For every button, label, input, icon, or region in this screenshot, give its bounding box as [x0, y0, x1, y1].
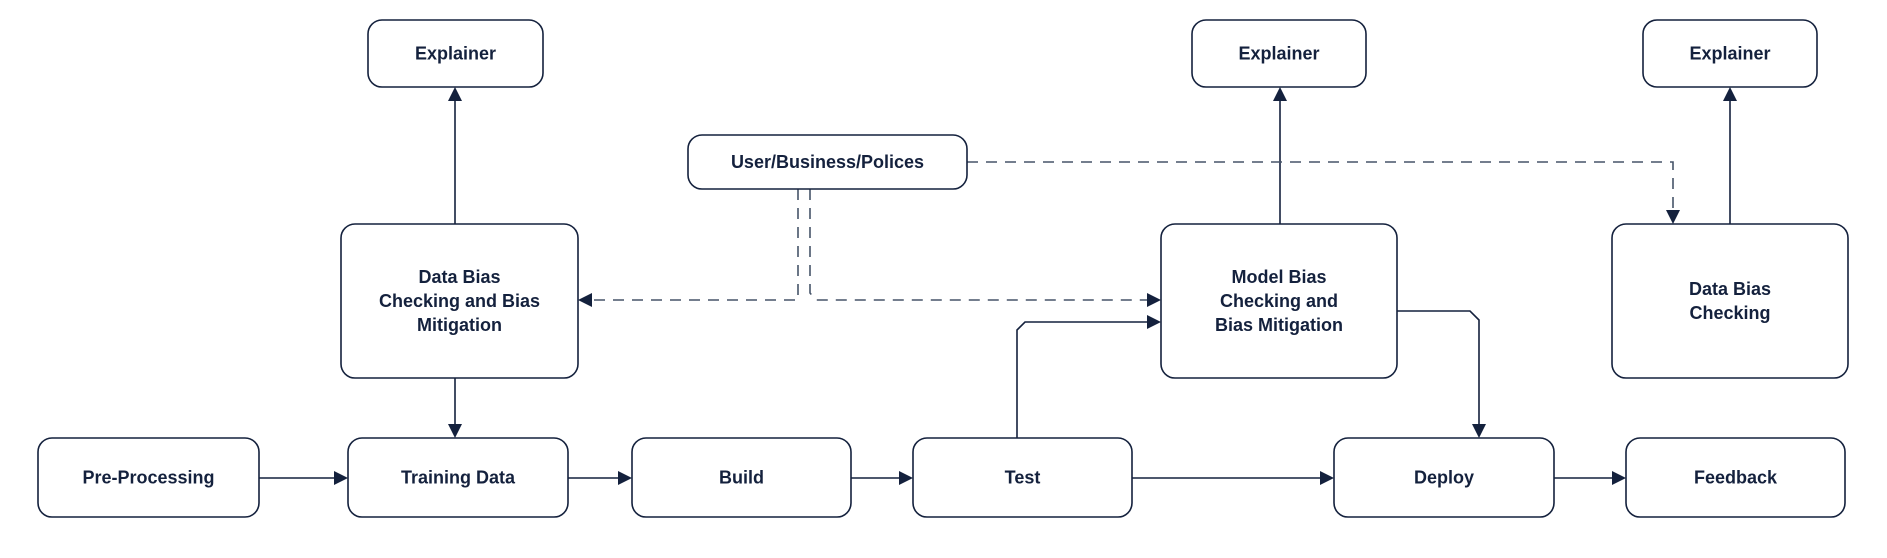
node-label: Checking and Bias [379, 291, 540, 311]
edge-model-bias-checking-mitigation-to-deploy [1397, 310, 1486, 438]
edge-data-bias-checking-to-explainer-3 [1723, 87, 1737, 224]
dashed-connector-line [967, 161, 1674, 212]
node-explainer-3: Explainer [1642, 19, 1818, 88]
edge-user-business-polices-to-data-bias-checking-mitigation [578, 189, 799, 307]
arrowhead-icon [899, 471, 913, 485]
arrowhead-icon [1612, 471, 1626, 485]
node-label: Model Bias [1231, 267, 1326, 287]
node-label: Explainer [1689, 43, 1770, 63]
arrowhead-icon [1147, 315, 1161, 329]
edge-pre-processing-to-training-data [259, 471, 348, 485]
arrowhead-icon [1147, 293, 1161, 307]
nodes-layer: Explainer Explainer Explainer User/Business… [37, 19, 1849, 518]
arrowhead-icon [618, 471, 632, 485]
node-data-bias-checking-mitigation: Data Bias Checking and Bias Mitigation [340, 223, 579, 379]
edge-model-bias-checking-mitigation-to-explainer-2 [1273, 87, 1287, 224]
edge-data-bias-checking-mitigation-to-explainer-1 [448, 87, 462, 224]
edge-deploy-to-feedback [1554, 471, 1626, 485]
arrowhead-icon [1320, 471, 1334, 485]
dashed-connector-line [809, 189, 1149, 301]
node-build: Build [631, 437, 852, 518]
edge-build-to-test [851, 471, 913, 485]
node-label: Data Bias [1689, 279, 1771, 299]
node-model-bias-checking-mitigation: Model Bias Checking and Bias Mitigation [1160, 223, 1398, 379]
node-label: Deploy [1414, 467, 1474, 487]
node-explainer-2: Explainer [1191, 19, 1367, 88]
node-label: Mitigation [417, 315, 502, 335]
node-box [1611, 223, 1849, 379]
edge-training-data-to-build [568, 471, 632, 485]
node-label: Bias Mitigation [1215, 315, 1343, 335]
node-explainer-1: Explainer [367, 19, 544, 88]
node-label: Checking and [1220, 291, 1338, 311]
node-label: Training Data [401, 467, 516, 487]
edge-user-business-polices-to-data-bias-checking [967, 161, 1680, 224]
node-user-business-polices: User/Business/Polices [687, 134, 968, 190]
arrowhead-icon [1273, 87, 1287, 101]
node-test: Test [912, 437, 1133, 518]
node-label: User/Business/Polices [731, 152, 924, 172]
node-label: Data Bias [418, 267, 500, 287]
connector-line [1016, 321, 1149, 438]
node-deploy: Deploy [1333, 437, 1555, 518]
node-label: Explainer [415, 43, 496, 63]
node-label: Test [1005, 467, 1041, 487]
edge-data-bias-checking-mitigation-to-training-data [448, 378, 462, 438]
node-training-data: Training Data [347, 437, 569, 518]
node-feedback: Feedback [1625, 437, 1846, 518]
arrowhead-icon [334, 471, 348, 485]
arrowhead-icon [1472, 424, 1486, 438]
node-label: Checking [1689, 303, 1770, 323]
node-label: Pre-Processing [82, 467, 214, 487]
node-label: Explainer [1238, 43, 1319, 63]
arrowhead-icon [578, 293, 592, 307]
dashed-connector-line [590, 189, 799, 301]
arrowhead-icon [448, 424, 462, 438]
arrowhead-icon [1666, 210, 1680, 224]
edge-test-to-deploy [1132, 471, 1334, 485]
node-data-bias-checking: Data Bias Checking [1611, 223, 1849, 379]
arrowhead-icon [448, 87, 462, 101]
edge-user-business-polices-to-model-bias-checking-mitigation [809, 189, 1161, 307]
node-pre-processing: Pre-Processing [37, 437, 260, 518]
node-label: Feedback [1694, 467, 1778, 487]
diagram-canvas: Explainer Explainer Explainer User/Business… [37, 19, 1849, 518]
node-label: Build [719, 467, 764, 487]
arrowhead-icon [1723, 87, 1737, 101]
connector-line [1397, 310, 1480, 426]
edge-test-to-model-bias-checking-mitigation [1016, 315, 1161, 438]
